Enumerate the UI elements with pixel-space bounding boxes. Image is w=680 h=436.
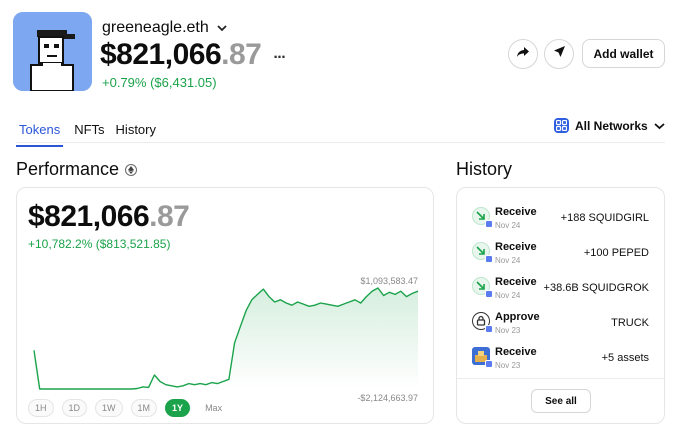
history-item[interactable]: Receive Nov 24 +38.6B SQUIDGROK: [457, 272, 666, 307]
history-date: Nov 24: [495, 291, 521, 300]
balance-cents: .87: [221, 38, 262, 71]
history-item[interactable]: Receive Nov 24 +188 SQUIDGIRL: [457, 202, 666, 237]
balance-change: +0.79% ($6,431.05): [102, 75, 217, 90]
nft-thumbnail: [472, 347, 493, 368]
history-divider: [457, 378, 666, 379]
eth-info-icon[interactable]: [125, 163, 138, 176]
range-1h-button[interactable]: 1H: [28, 399, 54, 417]
see-all-button[interactable]: See all: [531, 389, 591, 413]
history-item[interactable]: Approve Nov 23 TRUCK: [457, 307, 666, 342]
add-wallet-button[interactable]: Add wallet: [582, 39, 665, 68]
network-label: All Networks: [575, 118, 648, 133]
receive-icon: [472, 277, 493, 298]
share-icon: [516, 45, 530, 63]
range-max-button[interactable]: Max: [198, 399, 229, 417]
range-1w-button[interactable]: 1W: [95, 399, 123, 417]
more-options-button[interactable]: ...: [273, 45, 285, 63]
history-action: Approve: [495, 311, 540, 323]
networks-icon: [554, 118, 569, 133]
chart-max-label: $1,093,583.47: [360, 276, 418, 286]
history-date: Nov 24: [495, 221, 521, 230]
lock-icon: [472, 312, 493, 333]
wallet-name-selector[interactable]: greeneagle.eth: [102, 19, 227, 37]
send-button[interactable]: [544, 39, 574, 69]
balance-main: $821,066: [100, 38, 222, 71]
chart-min-label: -$2,124,663.97: [357, 393, 418, 403]
performance-title: Performance: [16, 159, 120, 179]
performance-card: $821,066.87 +10,782.2% ($813,521.85) $1,…: [16, 187, 434, 424]
history-amount: +38.6B SQUIDGROK: [543, 282, 649, 294]
history-action: Receive: [495, 206, 537, 218]
history-amount: +5 assets: [601, 352, 649, 364]
range-1y-button[interactable]: 1Y: [165, 399, 191, 417]
history-title: History: [456, 159, 513, 179]
tab-divider: [16, 142, 665, 143]
history-amount: TRUCK: [611, 317, 649, 329]
range-1d-button[interactable]: 1D: [61, 399, 88, 417]
history-amount: +188 SQUIDGIRL: [560, 212, 649, 224]
receive-icon: [472, 242, 493, 263]
history-amount: +100 PEPED: [583, 247, 649, 259]
history-item[interactable]: Receive Nov 24 +100 PEPED: [457, 237, 666, 272]
history-action: Receive: [495, 241, 537, 253]
history-date: Nov 23: [495, 326, 521, 335]
history-item[interactable]: Receive Nov 23 +5 assets: [457, 342, 666, 377]
history-date: Nov 24: [495, 256, 521, 265]
pixel-avatar-image: [13, 12, 92, 91]
history-date: Nov 23: [495, 361, 521, 370]
receive-icon: [472, 207, 493, 228]
chevron-down-icon: [217, 21, 227, 35]
performance-chart[interactable]: $1,093,583.47 -$2,124,663.97: [17, 188, 435, 425]
network-selector[interactable]: All Networks: [554, 118, 665, 133]
chevron-down-icon: [654, 119, 665, 133]
range-1m-button[interactable]: 1M: [130, 399, 158, 417]
history-card: Receive Nov 24 +188 SQUIDGIRL Receive No…: [456, 187, 666, 424]
wallet-name: greeneagle.eth: [102, 19, 209, 36]
total-balance: $821,066 .87 ...: [100, 38, 286, 72]
history-action: Receive: [495, 346, 537, 358]
performance-heading: Performance: [16, 159, 138, 180]
time-range-selector: 1H 1D 1W 1M 1Y Max: [28, 399, 229, 417]
send-icon: [553, 45, 566, 63]
share-button[interactable]: [508, 39, 538, 69]
avatar: [13, 12, 92, 91]
history-action: Receive: [495, 276, 537, 288]
